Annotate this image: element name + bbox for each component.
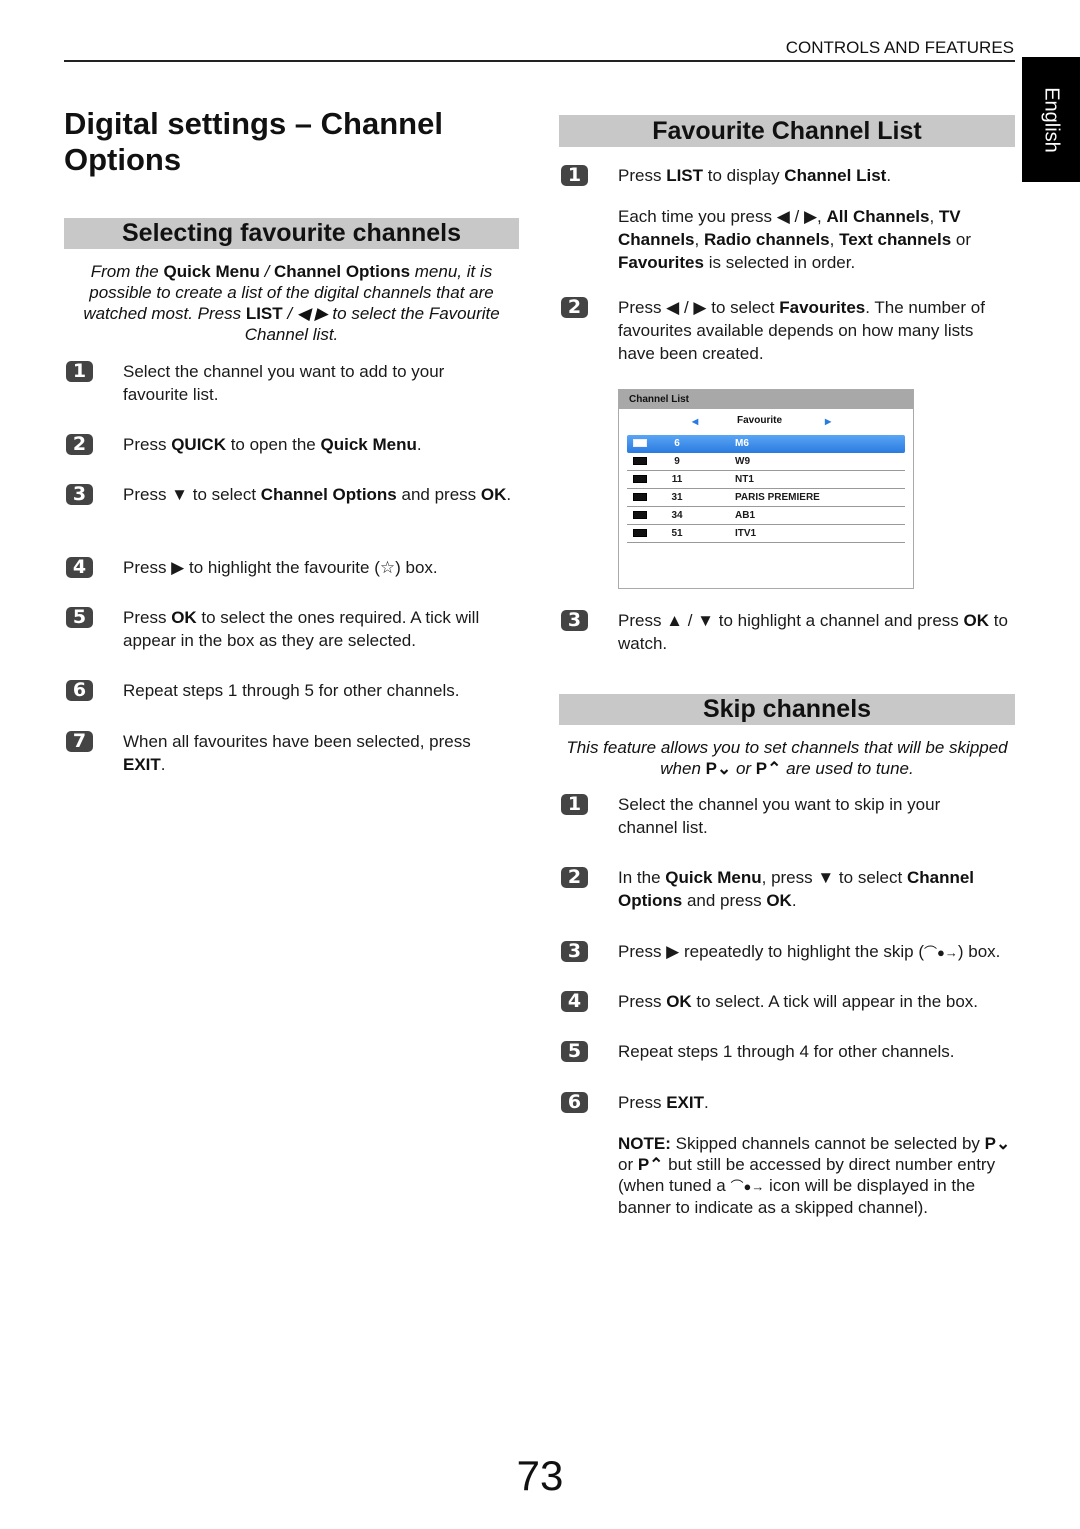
channel-list-filter[interactable]: ◀ Favourite ▶: [619, 409, 913, 435]
step-6: 6 Repeat steps 1 through 5 for other cha…: [66, 679, 459, 701]
skip-step-5: 5 Repeat steps 1 through 4 for other cha…: [561, 1040, 954, 1062]
fav-step-3: 3 Press ▲ / ▼ to highlight a channel and…: [561, 609, 1008, 653]
step-text: Press ▶ to highlight the favourite (☆) b…: [123, 558, 438, 577]
tv-icon: [633, 457, 647, 465]
step-text: Press QUICK to open the Quick Menu.: [123, 435, 422, 454]
step-1: 1 Select the channel you want to add to …: [66, 360, 444, 404]
arrow-left-icon[interactable]: ◀: [692, 417, 698, 426]
channel-name: AB1: [735, 510, 756, 521]
channel-row[interactable]: 31 PARIS PREMIERE: [627, 489, 905, 507]
step-number: 5: [561, 1041, 588, 1062]
tv-icon: [633, 439, 647, 447]
arrow-right-icon[interactable]: ▶: [825, 417, 831, 426]
step-number: 4: [66, 557, 93, 578]
page-number: 73: [516, 1452, 564, 1499]
step-text: Repeat steps 1 through 5 for other chann…: [123, 681, 460, 700]
page-title: Digital settings – Channel Options: [64, 106, 443, 177]
step-text: Press ◀ / ▶ to select Favourites. The nu…: [618, 298, 985, 363]
skip-note: NOTE: Skipped channels cannot be selecte…: [618, 1134, 1011, 1217]
step-2: 2 Press QUICK to open the Quick Menu.: [66, 433, 422, 455]
step-text: Press LIST to display Channel List.: [618, 166, 892, 185]
step-3: 3 Press ▼ to select Channel Options and …: [66, 483, 511, 505]
channel-row[interactable]: 51 ITV1: [627, 525, 905, 543]
fav-step-1: 1 Press LIST to display Channel List.: [561, 164, 891, 186]
step-number: 2: [561, 867, 588, 888]
tv-icon: [633, 493, 647, 501]
tv-icon: [633, 511, 647, 519]
favourite-intro: From the Quick Menu / Channel Options me…: [83, 262, 500, 344]
channel-list-rows: 6 M6 9 W9 11 NT1 31 PARIS PREMIERE 34 AB1 51 ITV1: [619, 435, 913, 543]
channel-row[interactable]: 34 AB1: [627, 507, 905, 525]
tv-icon: [633, 529, 647, 537]
section-header: CONTROLS AND FEATURES: [785, 38, 1014, 57]
skip-step-4: 4 Press OK to select. A tick will appear…: [561, 990, 978, 1012]
step-number: 3: [66, 484, 93, 505]
step-number: 6: [66, 680, 93, 701]
filter-label: Favourite: [737, 415, 783, 426]
channel-row[interactable]: 11 NT1: [627, 471, 905, 489]
step-4: 4 Press ▶ to highlight the favourite (☆)…: [66, 556, 438, 578]
step-text: When all favourites have been selected, …: [123, 732, 471, 774]
step-text: Press OK to select the ones required. A …: [123, 608, 480, 650]
step-number: 2: [66, 434, 93, 455]
step-number: 3: [561, 610, 588, 631]
step-text: Press ▲ / ▼ to highlight a channel and p…: [618, 611, 1008, 653]
step-text: Select the channel you want to add to yo…: [123, 362, 445, 404]
step-number: 6: [561, 1092, 588, 1113]
step-text: Press OK to select. A tick will appear i…: [618, 992, 979, 1011]
channel-row[interactable]: 9 W9: [627, 453, 905, 471]
channel-list-title: Channel List: [619, 390, 913, 409]
step-text: In the Quick Menu, press ▼ to select Cha…: [618, 868, 975, 910]
language-label: English: [1040, 86, 1063, 153]
channel-list-screen: Channel List ◀ Favourite ▶ 6 M6 9 W9 11 NT1 31…: [618, 389, 914, 589]
skip-step-3: 3 Press ▶ repeatedly to highlight the sk…: [561, 940, 1000, 962]
step-5: 5 Press OK to select the ones required. …: [66, 606, 479, 650]
skip-step-1: 1 Select the channel you want to skip in…: [561, 793, 940, 837]
skip-icon: ⌒●→: [924, 945, 958, 960]
skip-step-6: 6 Press EXIT.: [561, 1091, 709, 1113]
channel-name: NT1: [735, 474, 754, 485]
step-number: 7: [66, 731, 93, 752]
channel-number: 51: [671, 528, 683, 539]
header-rule: [64, 60, 1015, 62]
channel-number: 9: [674, 456, 680, 467]
channel-name: PARIS PREMIERE: [735, 492, 820, 503]
language-tab: English: [1022, 57, 1080, 182]
skip-intro: This feature allows you to set channels …: [566, 738, 1008, 778]
step-7: 7 When all favourites have been selected…: [66, 730, 471, 774]
skip-step-2: 2 In the Quick Menu, press ▼ to select C…: [561, 866, 974, 910]
step-number: 3: [561, 941, 588, 962]
section-heading-skip: Skip channels: [559, 694, 1015, 725]
channel-number: 34: [671, 510, 683, 521]
step-text: Select the channel you want to skip in y…: [618, 795, 941, 837]
fav-step-2: 2 Press ◀ / ▶ to select Favourites. The …: [561, 296, 985, 363]
step-text: Press ▼ to select Channel Options and pr…: [123, 485, 512, 504]
fav-step-1-detail: Each time you press ◀ / ▶, All Channels,…: [618, 207, 972, 272]
channel-number: 11: [671, 474, 683, 485]
step-number: 2: [561, 297, 588, 318]
channel-name: W9: [735, 456, 750, 467]
step-text: Press EXIT.: [618, 1093, 709, 1112]
step-number: 1: [66, 361, 93, 382]
channel-name: ITV1: [735, 528, 757, 539]
step-text: Press ▶ repeatedly to highlight the skip…: [618, 940, 1028, 964]
step-number: 1: [561, 165, 588, 186]
channel-number: 6: [674, 438, 680, 449]
channel-number: 31: [671, 492, 683, 503]
section-heading-favourite-select: Selecting favourite channels: [64, 218, 519, 249]
skip-icon: ⌒●→: [730, 1179, 765, 1194]
channel-name: M6: [735, 438, 749, 449]
step-text: Repeat steps 1 through 4 for other chann…: [618, 1042, 955, 1061]
section-heading-favourite-list: Favourite Channel List: [559, 115, 1015, 147]
channel-row[interactable]: 6 M6: [627, 435, 905, 453]
step-number: 5: [66, 607, 93, 628]
step-number: 1: [561, 794, 588, 815]
step-number: 4: [561, 991, 588, 1012]
tv-icon: [633, 475, 647, 483]
